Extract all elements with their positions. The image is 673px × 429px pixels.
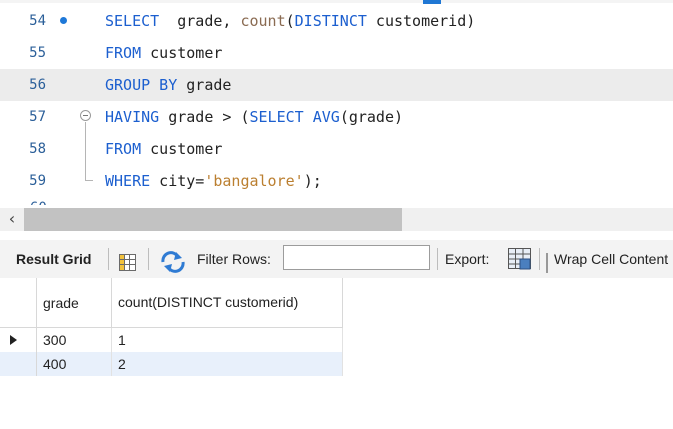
table-header-row: grade count(DISTINCT customerid) bbox=[0, 278, 343, 328]
code-token: (grade) bbox=[339, 108, 404, 126]
code-line-58[interactable]: 58 FROM customer bbox=[0, 133, 673, 165]
code-token: ); bbox=[303, 172, 322, 190]
result-grid[interactable]: grade count(DISTINCT customerid) 300 1 4… bbox=[0, 278, 673, 429]
fold-toggle-icon[interactable] bbox=[80, 110, 91, 121]
wrap-icon[interactable] bbox=[546, 249, 550, 273]
function-token: count bbox=[240, 12, 286, 30]
keyword-token: AVG bbox=[312, 108, 340, 126]
table-cell[interactable]: 300 bbox=[36, 327, 112, 352]
table-cell[interactable]: 1 bbox=[111, 327, 343, 352]
row-selector[interactable] bbox=[0, 327, 37, 352]
export-icon[interactable] bbox=[507, 247, 533, 271]
wrap-cell-content-label[interactable]: Wrap Cell Content bbox=[554, 240, 668, 278]
table-row[interactable]: 300 1 bbox=[0, 327, 343, 352]
code-text: SELECT grade, count(DISTINCT customerid) bbox=[105, 5, 475, 37]
keyword-token: SELECT bbox=[105, 12, 160, 30]
code-text: WHERE city='bangalore'); bbox=[105, 165, 322, 197]
line-number: 56 bbox=[29, 77, 46, 93]
toolbar-divider bbox=[437, 248, 438, 270]
code-token: grade, bbox=[159, 12, 241, 30]
fold-guide-line bbox=[85, 122, 86, 133]
code-token: grade > ( bbox=[159, 108, 250, 126]
table-cell[interactable]: 2 bbox=[111, 352, 343, 376]
line-number-partial: 60 bbox=[30, 200, 47, 205]
editor-scroll-marker bbox=[423, 0, 441, 4]
row-selector[interactable] bbox=[0, 352, 37, 376]
keyword-token: HAVING bbox=[105, 108, 160, 126]
code-token: ( bbox=[285, 12, 295, 30]
toolbar-divider bbox=[148, 248, 149, 270]
line-number: 57 bbox=[29, 109, 46, 125]
line-number: 55 bbox=[29, 45, 46, 61]
keyword-token: FROM bbox=[105, 44, 142, 62]
code-line-59[interactable]: 59 WHERE city='bangalore'); bbox=[0, 165, 673, 197]
toolbar-divider bbox=[108, 248, 109, 270]
column-header-grade[interactable]: grade bbox=[36, 278, 112, 328]
fold-guide-line bbox=[85, 133, 86, 165]
code-line-55[interactable]: 55 FROM customer bbox=[0, 37, 673, 69]
result-table: grade count(DISTINCT customerid) 300 1 4… bbox=[0, 278, 343, 376]
code-text: FROM customer bbox=[105, 133, 222, 165]
horizontal-scrollbar[interactable]: ‹ bbox=[0, 208, 673, 231]
column-header-count[interactable]: count(DISTINCT customerid) bbox=[111, 278, 343, 328]
code-line-57[interactable]: 57 HAVING grade > (SELECT AVG(grade) bbox=[0, 101, 673, 133]
code-text: HAVING grade > (SELECT AVG(grade) bbox=[105, 101, 403, 133]
sql-editor[interactable]: 54 SELECT grade, count(DISTINCT customer… bbox=[0, 0, 673, 205]
fold-guide-end bbox=[85, 165, 93, 181]
statement-marker-icon bbox=[60, 17, 67, 24]
code-token: grade bbox=[177, 76, 232, 94]
keyword-token: FROM bbox=[105, 140, 142, 158]
line-number: 59 bbox=[29, 173, 46, 189]
code-line-56[interactable]: 56 GROUP BY grade bbox=[0, 69, 673, 101]
code-token: city= bbox=[150, 172, 205, 190]
code-text: FROM customer bbox=[105, 37, 222, 69]
result-grid-tab[interactable]: Result Grid bbox=[16, 240, 91, 278]
filter-rows-input[interactable] bbox=[283, 245, 430, 270]
editor-top-border bbox=[0, 0, 673, 3]
scrollbar-thumb[interactable] bbox=[24, 208, 402, 231]
line-number: 58 bbox=[29, 141, 46, 157]
code-token: customer bbox=[141, 140, 223, 158]
row-pointer-icon bbox=[10, 335, 17, 345]
code-text: GROUP BY grade bbox=[105, 69, 231, 101]
string-token: 'bangalore' bbox=[204, 172, 304, 190]
toolbar-divider bbox=[539, 248, 540, 270]
scroll-left-arrow-icon[interactable]: ‹ bbox=[0, 208, 24, 231]
row-selector-header[interactable] bbox=[0, 278, 37, 328]
result-toolbar: Result Grid Filter Rows: Export: Wrap Ce… bbox=[0, 240, 673, 279]
keyword-token: DISTINCT bbox=[294, 12, 367, 30]
keyword-token: SELECT bbox=[249, 108, 304, 126]
keyword-token: GROUP BY bbox=[105, 76, 178, 94]
line-number: 54 bbox=[29, 13, 46, 29]
code-token: customerid) bbox=[366, 12, 476, 30]
export-label: Export: bbox=[445, 251, 490, 267]
code-line-54[interactable]: 54 SELECT grade, count(DISTINCT customer… bbox=[0, 5, 673, 37]
filter-rows-label: Filter Rows: bbox=[197, 251, 271, 267]
table-cell[interactable]: 400 bbox=[36, 352, 112, 376]
table-row[interactable]: 400 2 bbox=[0, 352, 343, 376]
code-token: customer bbox=[141, 44, 223, 62]
keyword-token: WHERE bbox=[105, 172, 151, 190]
grid-layout-icon[interactable] bbox=[118, 249, 138, 271]
refresh-icon[interactable] bbox=[160, 249, 186, 273]
